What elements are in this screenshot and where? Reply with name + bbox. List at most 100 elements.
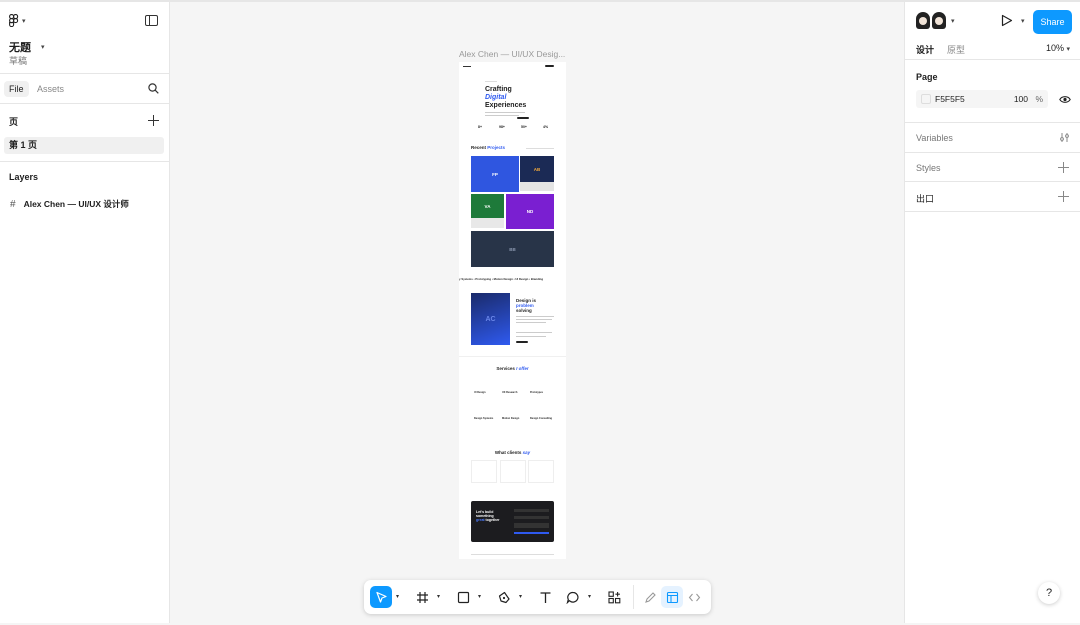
add-style-icon[interactable]	[1058, 161, 1069, 173]
tab-design[interactable]: 设计	[916, 43, 934, 56]
file-title[interactable]: 无题 ▾	[9, 39, 45, 55]
hero-text-line	[485, 115, 519, 117]
adjust-icon[interactable]	[1059, 132, 1070, 143]
stat: 8+	[478, 125, 482, 129]
chevron-down-icon[interactable]: ▾	[1021, 17, 1025, 25]
draw-mode-button[interactable]	[639, 586, 661, 608]
file-header: ▾ 无题 ▾ 草稿	[0, 2, 169, 74]
tab-assets[interactable]: Assets	[32, 81, 69, 97]
frame-icon: #	[10, 198, 16, 210]
frame-tool-button[interactable]	[411, 586, 433, 608]
move-tool-button[interactable]	[370, 586, 392, 608]
color-hex[interactable]: F5F5F5	[935, 94, 965, 104]
page-item[interactable]: 第 1 页	[4, 137, 164, 154]
about-badge: AC	[485, 315, 496, 323]
page-color-field[interactable]: F5F5F5 100 %	[916, 90, 1048, 108]
page-section: Page F5F5F5 100 %	[905, 60, 1080, 123]
project-tile-ab: AB	[520, 156, 554, 182]
file-title-text: 无题	[9, 42, 31, 54]
add-export-icon[interactable]	[1058, 191, 1069, 202]
help-button[interactable]: ?	[1038, 582, 1060, 604]
design-mode-icon	[666, 591, 678, 603]
about-line-3: solving	[516, 308, 532, 313]
services-prefix: Services	[496, 366, 517, 371]
testimonials-accent: say	[522, 450, 531, 455]
canvas[interactable]: Alex Chen — UI/UX Desig... Crafting Digi…	[171, 2, 904, 623]
frame-portfolio[interactable]: Crafting Digital Experiences 8+ 98+ 50+ …	[459, 62, 566, 559]
chevron-down-icon[interactable]: ▾	[396, 593, 399, 600]
pencil-mode-icon	[644, 591, 656, 603]
service-item: Prototypes	[530, 391, 544, 394]
bottom-toolbar: ▾ ▾ ▾ ▾ ▾	[364, 580, 711, 614]
contact-field	[514, 523, 549, 528]
service-item: Design Systems	[474, 417, 494, 420]
project-filters	[526, 148, 554, 150]
share-button[interactable]: Share	[1033, 10, 1072, 34]
left-panel: ▾ 无题 ▾ 草稿 File Assets 页 第 1 页 Layers # A…	[0, 2, 170, 623]
styles-label: Styles	[916, 162, 941, 173]
widgets-icon	[607, 590, 620, 603]
chevron-down-icon[interactable]: ▾	[437, 593, 440, 600]
frame-label[interactable]: Alex Chen — UI/UX Desig...	[459, 49, 565, 59]
file-location: 草稿	[9, 56, 28, 66]
dev-mode-button[interactable]	[683, 586, 705, 608]
chevron-down-icon: ▾	[41, 44, 45, 51]
chevron-down-icon[interactable]: ▾	[519, 593, 522, 600]
add-page-icon[interactable]	[148, 115, 159, 126]
toolbar-divider	[633, 585, 634, 609]
shape-tool-button[interactable]	[452, 586, 474, 608]
contact-accent: great	[476, 518, 485, 522]
design-mode-button[interactable]	[661, 586, 683, 608]
styles-row: Styles	[905, 153, 1080, 182]
hero-line-3: Experiences	[485, 102, 527, 109]
tab-prototype[interactable]: 原型	[947, 43, 965, 56]
variables-label: Variables	[916, 133, 953, 143]
search-icon[interactable]	[148, 83, 159, 94]
about-text-line	[516, 316, 554, 317]
chevron-down-icon[interactable]: ▾	[588, 593, 591, 600]
hero-cta	[517, 117, 529, 119]
hero-eyebrow	[485, 81, 497, 83]
zoom-value: 10%	[1045, 43, 1064, 53]
contact-title: Let's build something great together	[476, 510, 500, 522]
service-item: UX Research	[502, 391, 518, 394]
comment-tool-button[interactable]	[562, 586, 584, 608]
page-section-title: Page	[916, 72, 938, 82]
eye-icon[interactable]	[1059, 95, 1071, 104]
testimonials-prefix: What clients	[494, 450, 523, 455]
code-icon	[688, 593, 700, 601]
color-opacity[interactable]: 100	[1014, 94, 1028, 104]
testimonial-card	[500, 460, 526, 483]
recent-projects-prefix: Recent	[471, 145, 488, 150]
layer-item[interactable]: # Alex Chen — UI/UX 设计师	[10, 198, 129, 210]
avatar	[916, 12, 930, 29]
zoom-dropdown[interactable]: 10% ▾	[1046, 43, 1070, 53]
project-tile-nd: ND	[506, 194, 554, 229]
about-title: Design is problem solving	[516, 298, 536, 313]
text-tool-button[interactable]	[534, 586, 556, 608]
color-swatch[interactable]	[921, 94, 931, 104]
project-tile-label: VA	[484, 203, 491, 209]
chevron-down-icon[interactable]: ▾	[478, 593, 481, 600]
recent-projects-title: Recent Projects	[471, 145, 505, 150]
tab-file[interactable]: File	[4, 81, 29, 97]
hero-title: Crafting Digital Experiences	[485, 86, 526, 110]
text-icon	[540, 591, 550, 603]
variables-row: Variables	[905, 123, 1080, 153]
pen-tool-button[interactable]	[493, 586, 515, 608]
collaborators[interactable]: ▾	[916, 12, 955, 29]
frame-nav-button	[545, 65, 554, 67]
actions-button[interactable]	[603, 586, 625, 608]
main-menu-button[interactable]: ▾	[9, 14, 26, 27]
about-skills	[516, 332, 552, 333]
hero-line-2: Digital	[485, 94, 507, 101]
stat: 4%	[543, 125, 549, 129]
figma-logo-icon	[9, 14, 19, 27]
sidebar-toggle-icon[interactable]	[145, 15, 158, 26]
pages-section: 页 第 1 页	[0, 104, 169, 162]
project-tile-label: AB	[533, 166, 541, 172]
skills-marquee: y Systems • Prototyping • Motion Design …	[459, 277, 544, 281]
present-play-icon[interactable]	[1001, 14, 1013, 27]
frame-footer	[471, 554, 554, 555]
service-item: UI Design	[474, 391, 486, 394]
